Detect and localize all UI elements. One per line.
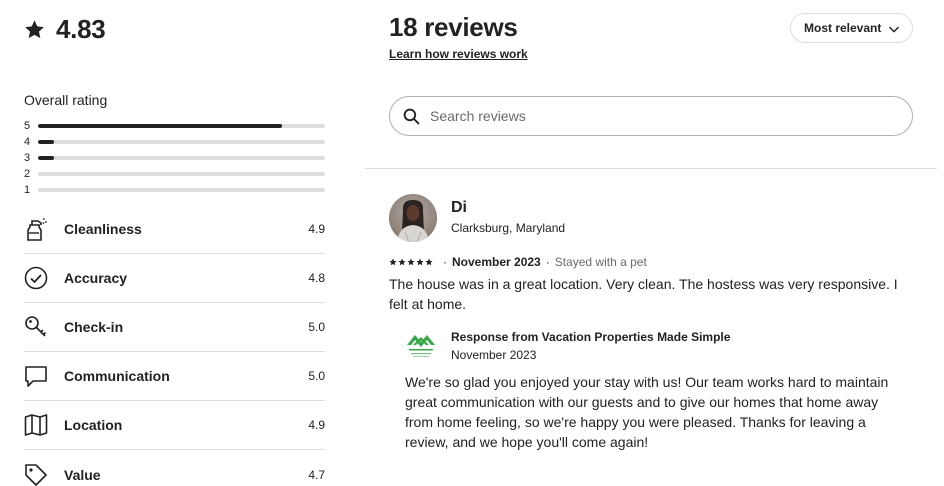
rating-bar-label: 1 xyxy=(24,184,31,196)
rating-bar-track xyxy=(38,156,325,160)
review-stars xyxy=(389,258,433,266)
search-icon xyxy=(403,108,420,124)
star-icon xyxy=(425,258,433,266)
star-icon xyxy=(416,258,424,266)
map-icon xyxy=(24,413,48,437)
response-date: November 2023 xyxy=(451,348,537,362)
rating-bar-row: 4 xyxy=(24,134,325,150)
overall-rating-title: Overall rating xyxy=(24,92,108,108)
rating-bar-label: 3 xyxy=(24,152,31,164)
rating-bar-row: 5 xyxy=(24,118,325,134)
chevron-down-icon xyxy=(888,26,900,33)
star-icon xyxy=(398,258,406,266)
category-label: Accuracy xyxy=(64,270,128,286)
overall-score: 4.83 xyxy=(24,13,106,45)
rating-bar-track xyxy=(38,172,325,176)
category-label: Check-in xyxy=(64,319,124,335)
separator-dot: · xyxy=(545,255,550,269)
category-ratings: Cleanliness 4.9 Accuracy 4.8 Check-in 5.0 Comm… xyxy=(24,205,325,486)
sort-label: Most relevant xyxy=(804,21,882,35)
category-value: 5.0 xyxy=(308,369,325,383)
star-icon xyxy=(407,258,415,266)
key-icon xyxy=(24,315,48,339)
category-row-cleanliness: Cleanliness 4.9 xyxy=(24,205,325,254)
category-value: 4.7 xyxy=(308,467,325,482)
review-meta: · November 2023 · Stayed with a pet xyxy=(389,254,647,270)
review-text: The house was in a great location. Very … xyxy=(389,276,898,312)
category-value: 5.0 xyxy=(308,320,325,334)
host-logo xyxy=(405,331,437,363)
response-text: We're so glad you enjoyed your stay with… xyxy=(405,374,889,450)
category-value: 4.9 xyxy=(308,418,325,432)
rating-distribution: 5 4 3 2 1 xyxy=(24,118,325,198)
chat-bubble-icon xyxy=(24,364,48,388)
category-label: Communication xyxy=(64,368,170,384)
rating-bar-track xyxy=(38,124,325,128)
sort-dropdown[interactable]: Most relevant xyxy=(790,13,913,43)
category-label: Location xyxy=(64,417,123,433)
rating-bar-fill xyxy=(38,156,54,160)
category-row-location: Location 4.9 xyxy=(24,401,325,450)
rating-bar-label: 2 xyxy=(24,168,31,180)
star-icon xyxy=(389,258,397,266)
search-reviews-field[interactable] xyxy=(389,96,913,136)
reviewer-name: Di xyxy=(451,199,467,216)
category-row-communication: Communication 5.0 xyxy=(24,352,325,401)
score-value: 4.83 xyxy=(56,13,106,44)
separator-dot: · xyxy=(443,255,447,269)
rating-bar-fill xyxy=(38,140,54,144)
learn-how-reviews-work-link[interactable]: Learn how reviews work xyxy=(389,47,528,61)
response-title: Response from Vacation Properties Made S… xyxy=(451,330,731,344)
stay-info: Stayed with a pet xyxy=(554,255,647,269)
category-row-check-in: Check-in 5.0 xyxy=(24,303,325,352)
rating-bar-label: 4 xyxy=(24,136,31,148)
spray-bottle-icon xyxy=(24,217,48,241)
rating-bar-row: 2 xyxy=(24,166,325,182)
rating-bar-track xyxy=(38,140,325,144)
avatar[interactable] xyxy=(389,194,437,242)
category-row-accuracy: Accuracy 4.8 xyxy=(24,254,325,303)
rating-bar-label: 5 xyxy=(24,120,31,132)
rating-bar-row: 3 xyxy=(24,150,325,166)
rating-bar-row: 1 xyxy=(24,182,325,198)
category-row-value: Value 4.7 xyxy=(24,450,325,486)
rating-bar-fill xyxy=(38,124,282,128)
reviewer-location: Clarksburg, Maryland xyxy=(451,221,566,235)
search-input[interactable] xyxy=(430,108,870,124)
category-label: Value xyxy=(64,466,101,483)
check-circle-icon xyxy=(24,266,48,290)
category-value: 4.9 xyxy=(308,222,325,236)
tag-icon xyxy=(24,463,48,486)
category-label: Cleanliness xyxy=(64,221,142,237)
star-icon xyxy=(25,19,44,38)
reviews-count-title: 18 reviews xyxy=(389,12,518,42)
section-divider xyxy=(365,168,937,169)
rating-bar-track xyxy=(38,188,325,192)
review-date: November 2023 xyxy=(452,255,541,269)
category-value: 4.8 xyxy=(308,271,325,285)
